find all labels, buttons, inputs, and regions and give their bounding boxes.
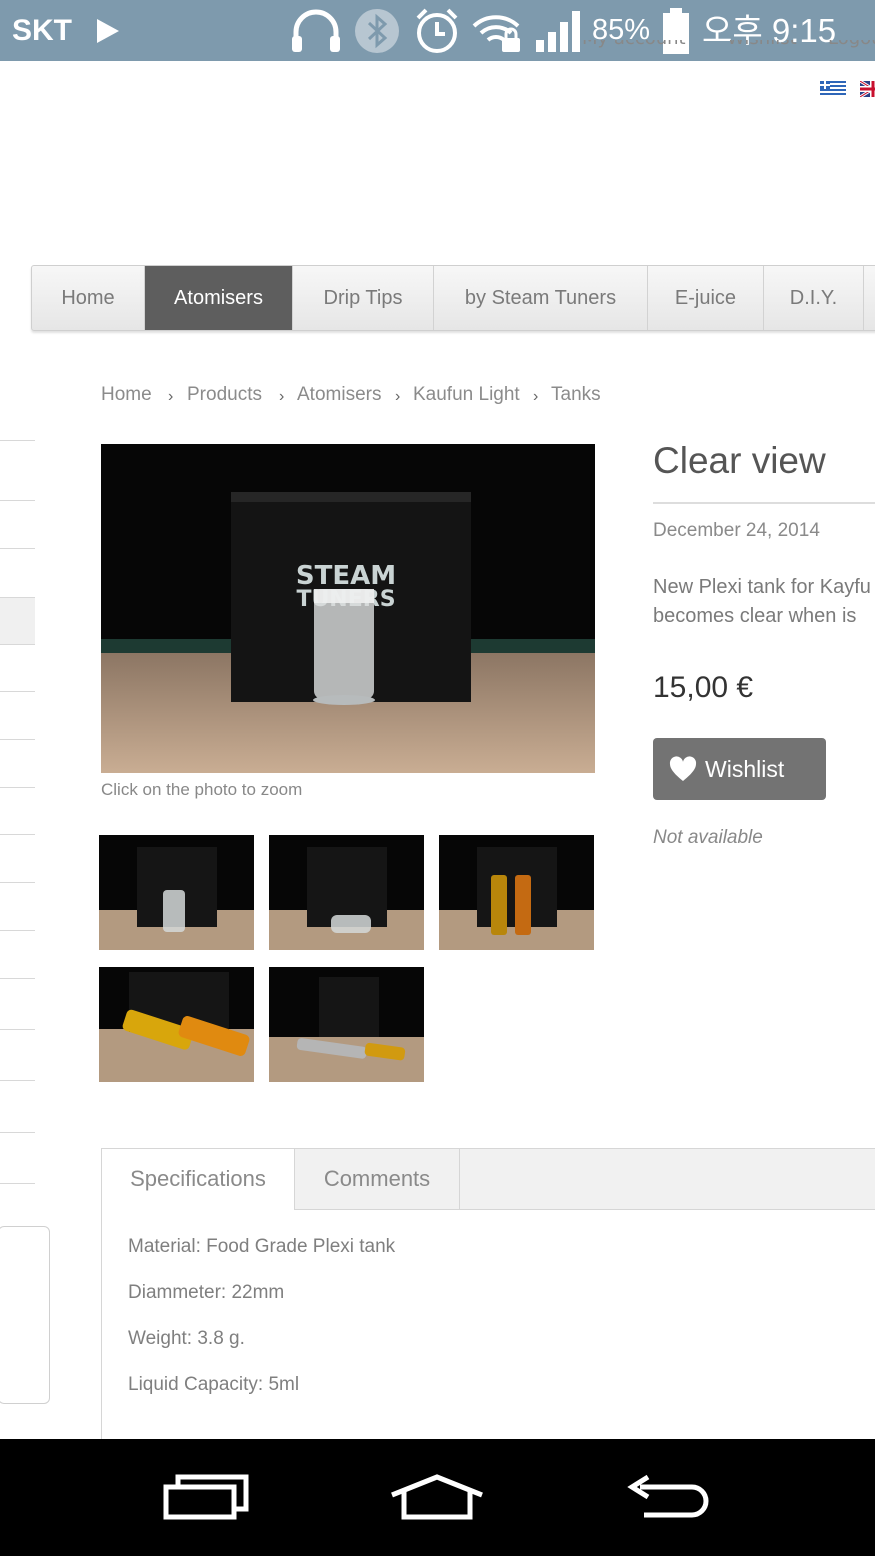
heart-icon	[669, 756, 697, 781]
main-nav: Home Atomisers Drip Tips by Steam Tuners…	[31, 265, 875, 331]
spec-liquid-capacity: Liquid Capacity: 5ml	[128, 1374, 300, 1395]
sidebar-divider	[0, 882, 35, 883]
nav-by-steam-tuners[interactable]: by Steam Tuners	[434, 266, 648, 330]
nav-drip-tips[interactable]: Drip Tips	[293, 266, 434, 330]
breadcrumb-separator-icon: ›	[168, 388, 174, 405]
sidebar-divider	[0, 1183, 35, 1184]
tab-comments[interactable]: Comments	[295, 1149, 460, 1209]
my-account-link[interactable]: My account	[582, 40, 686, 49]
sidebar-divider	[0, 548, 35, 549]
sidebar-divider	[0, 500, 35, 501]
breadcrumb-kaufun-light[interactable]: Kaufun Light	[413, 384, 520, 406]
system-nav-bar	[0, 1439, 875, 1556]
nav-home[interactable]: Home	[32, 266, 145, 330]
breadcrumb-separator-icon: ›	[395, 388, 401, 405]
play-icon	[97, 19, 119, 43]
breadcrumb-home[interactable]: Home	[101, 384, 152, 406]
spec-weight: Weight: 3.8 g.	[128, 1328, 245, 1349]
greek-flag-icon[interactable]	[820, 81, 846, 97]
product-price: 15,00 €	[653, 671, 754, 704]
product-title: Clear view	[653, 440, 826, 481]
thumbnail[interactable]	[99, 967, 254, 1082]
uk-flag-icon[interactable]	[860, 81, 875, 97]
nav-diy[interactable]: D.I.Y.	[764, 266, 864, 330]
wishlist-link[interactable]: Wishlist	[727, 40, 797, 49]
sidebar-divider	[0, 1080, 35, 1081]
tab-bar: Specifications Comments	[102, 1149, 875, 1210]
sidebar-item-active[interactable]	[0, 597, 35, 644]
spec-material: Material: Food Grade Plexi tank	[128, 1236, 396, 1257]
breadcrumb-atomisers[interactable]: Atomisers	[297, 384, 381, 406]
nav-e-juice[interactable]: E-juice	[648, 266, 764, 330]
sidebar-box	[0, 1226, 50, 1404]
sidebar-divider	[0, 597, 35, 598]
recent-apps-icon[interactable]	[160, 1473, 252, 1521]
account-links: My account Wishlist Logout	[560, 40, 875, 64]
availability-status: Not available	[653, 827, 763, 848]
product-description-line: becomes clear when is	[653, 605, 857, 627]
sidebar-divider	[0, 834, 35, 835]
breadcrumb-tanks: Tanks	[551, 384, 601, 405]
logout-link[interactable]: Logout	[828, 40, 875, 49]
zoom-hint: Click on the photo to zoom	[101, 780, 303, 799]
product-tabs: Specifications Comments Material: Food G…	[101, 1148, 875, 1449]
thumbnail[interactable]	[439, 835, 594, 950]
home-icon[interactable]	[388, 1473, 486, 1521]
main-product-photo[interactable]: STEAM TUNERS	[101, 444, 595, 773]
breadcrumb-separator-icon: ›	[533, 388, 539, 405]
sidebar-divider	[0, 978, 35, 979]
sidebar-divider	[0, 787, 35, 788]
sidebar-divider	[0, 440, 35, 441]
sidebar-divider	[0, 691, 35, 692]
thumbnail[interactable]	[269, 967, 424, 1082]
sidebar-divider	[0, 1132, 35, 1133]
thumbnail[interactable]	[269, 835, 424, 950]
breadcrumb-separator-icon: ›	[279, 388, 285, 405]
spec-diameter: Diammeter: 22mm	[128, 1282, 285, 1303]
sidebar-divider	[0, 930, 35, 931]
tab-specifications[interactable]: Specifications	[102, 1149, 295, 1210]
sidebar-divider	[0, 1029, 35, 1030]
sidebar-divider	[0, 739, 35, 740]
bluetooth-icon	[355, 9, 399, 53]
product-date: December 24, 2014	[653, 520, 820, 541]
back-icon[interactable]	[624, 1473, 716, 1521]
breadcrumb-products[interactable]: Products	[187, 384, 262, 406]
headphones-icon	[292, 9, 340, 52]
nav-atomisers[interactable]: Atomisers	[145, 266, 293, 330]
wishlist-label: Wishlist	[705, 756, 785, 782]
carrier-label: SKT	[12, 14, 72, 47]
wifi-lock-icon	[472, 15, 520, 52]
wishlist-button[interactable]: Wishlist	[653, 738, 826, 800]
sidebar-divider	[0, 644, 35, 645]
title-divider	[653, 502, 875, 504]
thumbnail[interactable]	[99, 835, 254, 950]
product-description-line: New Plexi tank for Kayfu	[653, 576, 871, 598]
alarm-icon	[416, 8, 458, 53]
